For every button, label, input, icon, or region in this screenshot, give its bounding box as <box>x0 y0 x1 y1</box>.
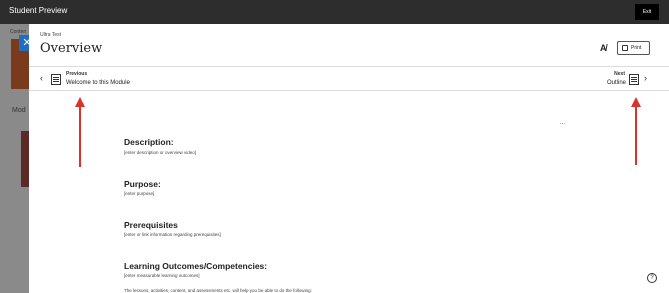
outcomes-text: [enter measurable learning outcomes] <box>124 273 200 278</box>
previous-caption: Previous <box>66 71 88 77</box>
more-options-icon[interactable]: … <box>559 119 566 126</box>
description-text: [enter description or overview video] <box>124 150 197 155</box>
annotation-arrow-left <box>75 97 85 167</box>
chevron-right-icon[interactable]: › <box>644 73 647 83</box>
document-icon[interactable] <box>629 74 639 85</box>
lessons-text: The lessons, activities, content, and as… <box>124 288 312 293</box>
help-icon[interactable]: ? <box>647 273 657 283</box>
outcomes-heading: Learning Outcomes/Competencies: <box>124 261 268 271</box>
purpose-heading: Purpose: <box>124 179 161 189</box>
content-navigation: ‹ Previous Welcome to this Module Next O… <box>29 66 669 91</box>
next-link[interactable]: Outline <box>607 80 626 86</box>
print-button[interactable]: Print <box>617 41 650 55</box>
printer-icon <box>622 45 628 51</box>
previous-link[interactable]: Welcome to this Module <box>66 80 130 86</box>
student-preview-title: Student Preview <box>9 6 68 15</box>
chevron-left-icon[interactable]: ‹ <box>40 73 43 83</box>
page-title: Overview <box>40 41 103 56</box>
exit-button[interactable]: Exit <box>635 4 659 20</box>
document-icon[interactable] <box>51 74 61 85</box>
print-label: Print <box>631 45 642 51</box>
description-heading: Description: <box>124 137 174 147</box>
background-module-label: Mod <box>12 107 26 114</box>
prerequisites-text: [enter or link information regarding pre… <box>124 232 221 237</box>
annotation-arrow-right <box>631 97 641 165</box>
document-panel: Ultra Test Overview A̸ Print ‹ Previous … <box>29 24 669 293</box>
purpose-text: [enter purpose] <box>124 191 155 196</box>
immersive-reader-icon[interactable]: A̸ <box>600 43 607 53</box>
prerequisites-heading: Prerequisites <box>124 220 178 230</box>
breadcrumb: Ultra Test <box>40 32 62 38</box>
next-caption: Next <box>614 71 625 77</box>
student-preview-bar: Student Preview Exit <box>0 0 669 24</box>
